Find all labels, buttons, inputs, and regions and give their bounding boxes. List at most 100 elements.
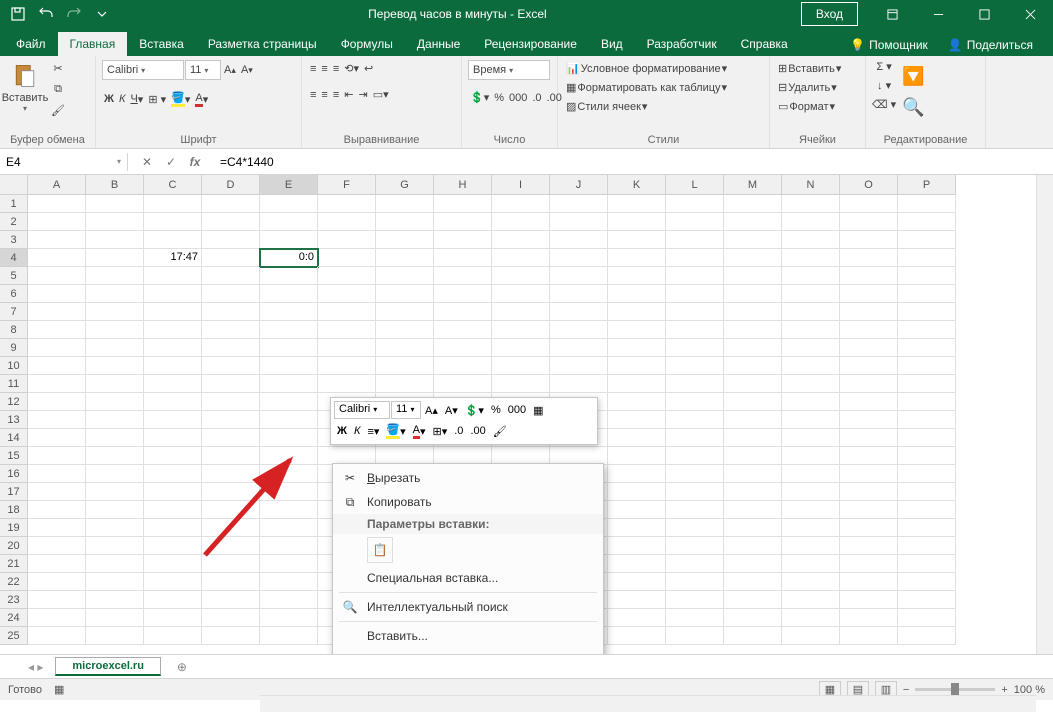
cell-E6[interactable] — [260, 285, 318, 303]
cell-N19[interactable] — [782, 519, 840, 537]
cell-I4[interactable] — [492, 249, 550, 267]
row-header-20[interactable]: 20 — [0, 537, 28, 555]
indent-increase-icon[interactable]: ⇥ — [356, 86, 369, 103]
delete-cells-button[interactable]: ⊟ Удалить ▾ — [776, 79, 839, 96]
mini-decimal-dec-icon[interactable]: .00 — [467, 423, 488, 439]
increase-decimal-icon[interactable]: .0 — [530, 90, 543, 106]
mini-italic-icon[interactable]: К — [351, 423, 363, 439]
cell-G8[interactable] — [376, 321, 434, 339]
row-header-1[interactable]: 1 — [0, 195, 28, 213]
col-header-A[interactable]: A — [28, 175, 86, 195]
row-header-13[interactable]: 13 — [0, 411, 28, 429]
cell-H10[interactable] — [434, 357, 492, 375]
row-header-14[interactable]: 14 — [0, 429, 28, 447]
cell-O5[interactable] — [840, 267, 898, 285]
tab-formulas[interactable]: Формулы — [329, 32, 405, 56]
zoom-slider[interactable] — [915, 688, 995, 691]
row-header-21[interactable]: 21 — [0, 555, 28, 573]
cell-O8[interactable] — [840, 321, 898, 339]
cell-O14[interactable] — [840, 429, 898, 447]
cell-H11[interactable] — [434, 375, 492, 393]
enter-formula-icon[interactable]: ✓ — [160, 155, 182, 169]
tell-me[interactable]: 💡Помощник — [840, 34, 938, 56]
cell-O13[interactable] — [840, 411, 898, 429]
cell-N15[interactable] — [782, 447, 840, 465]
cell-L23[interactable] — [666, 591, 724, 609]
cell-I7[interactable] — [492, 303, 550, 321]
cell-L25[interactable] — [666, 627, 724, 645]
cell-E4[interactable]: 0:0 — [260, 249, 318, 267]
cell-M22[interactable] — [724, 573, 782, 591]
cell-A23[interactable] — [28, 591, 86, 609]
cm-delete[interactable]: Удалить... — [333, 648, 603, 654]
cell-E12[interactable] — [260, 393, 318, 411]
font-name-input[interactable]: Calibri▾ — [102, 60, 184, 80]
cell-B13[interactable] — [86, 411, 144, 429]
cell-C9[interactable] — [144, 339, 202, 357]
cell-N5[interactable] — [782, 267, 840, 285]
tab-data[interactable]: Данные — [405, 32, 472, 56]
increase-font-icon[interactable]: A▴ — [222, 62, 238, 78]
cell-J10[interactable] — [550, 357, 608, 375]
mini-increase-font-icon[interactable]: A▴ — [422, 402, 441, 419]
col-header-L[interactable]: L — [666, 175, 724, 195]
cell-H6[interactable] — [434, 285, 492, 303]
cell-F5[interactable] — [318, 267, 376, 285]
cell-L7[interactable] — [666, 303, 724, 321]
cell-G3[interactable] — [376, 231, 434, 249]
cell-E17[interactable] — [260, 483, 318, 501]
cell-J6[interactable] — [550, 285, 608, 303]
mini-size-input[interactable]: 11 ▾ — [391, 401, 421, 419]
cell-E15[interactable] — [260, 447, 318, 465]
cell-L5[interactable] — [666, 267, 724, 285]
cell-E22[interactable] — [260, 573, 318, 591]
cell-F11[interactable] — [318, 375, 376, 393]
cell-J5[interactable] — [550, 267, 608, 285]
clear-icon[interactable]: ⌫ ▾ — [870, 96, 898, 113]
col-header-B[interactable]: B — [86, 175, 144, 195]
cell-F1[interactable] — [318, 195, 376, 213]
cell-M20[interactable] — [724, 537, 782, 555]
cell-D9[interactable] — [202, 339, 260, 357]
row-header-3[interactable]: 3 — [0, 231, 28, 249]
cm-insert[interactable]: Вставить... — [333, 624, 603, 648]
cell-A22[interactable] — [28, 573, 86, 591]
cell-M7[interactable] — [724, 303, 782, 321]
cell-B18[interactable] — [86, 501, 144, 519]
cell-K8[interactable] — [608, 321, 666, 339]
cell-B2[interactable] — [86, 213, 144, 231]
cell-A10[interactable] — [28, 357, 86, 375]
col-header-C[interactable]: C — [144, 175, 202, 195]
cell-K6[interactable] — [608, 285, 666, 303]
cell-A24[interactable] — [28, 609, 86, 627]
cell-O20[interactable] — [840, 537, 898, 555]
cell-N11[interactable] — [782, 375, 840, 393]
tab-developer[interactable]: Разработчик — [635, 32, 729, 56]
font-size-input[interactable]: 11▾ — [185, 60, 221, 80]
cell-P12[interactable] — [898, 393, 956, 411]
cell-P23[interactable] — [898, 591, 956, 609]
cell-C22[interactable] — [144, 573, 202, 591]
col-header-D[interactable]: D — [202, 175, 260, 195]
cell-I8[interactable] — [492, 321, 550, 339]
percent-icon[interactable]: % — [492, 90, 506, 106]
cell-L24[interactable] — [666, 609, 724, 627]
find-select-icon[interactable]: 🔍 — [900, 95, 926, 120]
cell-E5[interactable] — [260, 267, 318, 285]
number-format-input[interactable]: Время▾ — [468, 60, 550, 80]
cell-N13[interactable] — [782, 411, 840, 429]
cell-C18[interactable] — [144, 501, 202, 519]
cell-G1[interactable] — [376, 195, 434, 213]
cell-A16[interactable] — [28, 465, 86, 483]
cell-B6[interactable] — [86, 285, 144, 303]
cell-P19[interactable] — [898, 519, 956, 537]
cell-C15[interactable] — [144, 447, 202, 465]
cm-cut[interactable]: ✂Вырезать — [333, 466, 603, 490]
mini-bold-icon[interactable]: Ж — [334, 423, 350, 439]
cm-copy[interactable]: ⧉Копировать — [333, 490, 603, 514]
cell-O12[interactable] — [840, 393, 898, 411]
cell-K19[interactable] — [608, 519, 666, 537]
redo-icon[interactable] — [62, 2, 86, 26]
cell-D22[interactable] — [202, 573, 260, 591]
cell-B12[interactable] — [86, 393, 144, 411]
